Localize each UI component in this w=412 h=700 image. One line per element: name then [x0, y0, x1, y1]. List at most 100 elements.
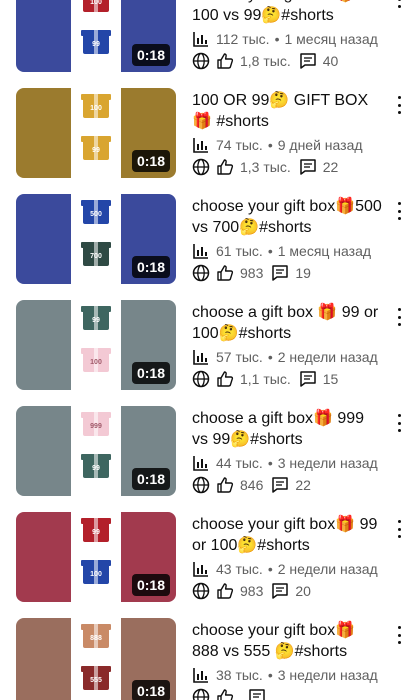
view-count: 61 тыс. — [216, 243, 263, 259]
video-item[interactable]: 100 99 0:18 choose your gift box🎁 100 vs 99… — [0, 0, 412, 88]
video-thumbnail[interactable]: 99 100 0:18 — [16, 300, 176, 390]
separator-dot: • — [267, 667, 273, 683]
gift-box-icon: 555 — [81, 666, 111, 690]
globe-icon — [192, 52, 210, 70]
gift-box-icon: 100 — [81, 94, 111, 118]
video-title[interactable]: choose a gift box🎁 999 vs 99🤔#shorts — [192, 408, 382, 450]
video-title[interactable]: choose your gift box🎁 99 or 100🤔#shorts — [192, 514, 382, 556]
comment-icon — [299, 370, 317, 388]
comment-count: 40 — [322, 53, 339, 69]
more-vert-icon[interactable] — [392, 0, 406, 10]
video-title[interactable]: choose a gift box 🎁 99 or 100🤔#shorts — [192, 302, 382, 344]
video-stats-row: 57 тыс. • 2 недели назад — [192, 347, 378, 367]
gift-box-label: 888 — [90, 635, 102, 642]
view-count: 74 тыс. — [216, 137, 263, 153]
video-engagement-row: 846 22 — [192, 475, 311, 495]
upload-age: 3 недели назад — [277, 455, 378, 471]
thumbnail-center: 100 99 — [71, 0, 121, 72]
video-engagement-row: 983 20 — [192, 581, 311, 601]
video-title[interactable]: choose your gift box🎁 888 vs 555 🤔#short… — [192, 620, 382, 662]
thumbs-up-icon — [216, 582, 234, 600]
more-vert-icon[interactable] — [392, 624, 406, 646]
globe-icon — [192, 264, 210, 282]
video-title[interactable]: choose your gift box🎁 100 vs 99🤔#shorts — [192, 0, 382, 26]
thumbnail-center: 99 100 — [71, 512, 121, 602]
like-count: 983 — [240, 265, 264, 281]
video-stats-row: 44 тыс. • 3 недели назад — [192, 453, 378, 473]
thumbnail-background-left — [16, 194, 71, 284]
gift-box-label: 99 — [92, 41, 100, 48]
comment-count: 15 — [322, 371, 339, 387]
video-stats-row: 61 тыс. • 1 месяц назад — [192, 241, 371, 261]
gift-box-label: 99 — [92, 465, 100, 472]
video-thumbnail[interactable]: 100 99 0:18 — [16, 0, 176, 72]
video-item[interactable]: 999 99 0:18 choose a gift box🎁 999 vs 99🤔#s… — [0, 406, 412, 512]
thumbnail-background-left — [16, 618, 71, 700]
thumbnail-center: 500 700 — [71, 194, 121, 284]
bar-chart-icon — [192, 348, 210, 366]
separator-dot: • — [274, 31, 280, 47]
thumbnail-center: 999 99 — [71, 406, 121, 496]
thumbnail-background-left — [16, 0, 71, 72]
video-item[interactable]: 99 100 0:18 choose a gift box 🎁 99 or 100🤔#… — [0, 300, 412, 406]
video-thumbnail[interactable]: 500 700 0:18 — [16, 194, 176, 284]
more-vert-icon[interactable] — [392, 200, 406, 222]
gift-box-icon: 99 — [81, 136, 111, 160]
separator-dot: • — [267, 455, 273, 471]
thumbnail-background-left — [16, 88, 71, 178]
thumbs-up-icon — [216, 370, 234, 388]
video-thumbnail[interactable]: 99 100 0:18 — [16, 512, 176, 602]
separator-dot: • — [267, 349, 273, 365]
gift-box-icon: 99 — [81, 454, 111, 478]
comment-count: 22 — [295, 477, 311, 493]
thumbnail-center: 100 99 — [71, 88, 121, 178]
gift-box-icon: 700 — [81, 242, 111, 266]
upload-age: 1 месяц назад — [284, 31, 378, 47]
thumbnail-background-left — [16, 512, 71, 602]
video-item[interactable]: 888 555 0:18 choose your gift box🎁 888 vs 5… — [0, 618, 412, 700]
comment-icon — [299, 52, 317, 70]
duration-badge: 0:18 — [131, 574, 170, 596]
upload-age: 9 дней назад — [277, 137, 363, 153]
more-vert-icon[interactable] — [392, 412, 406, 434]
comment-icon — [271, 476, 289, 494]
thumbs-up-icon — [216, 52, 234, 70]
thumbs-up-icon — [216, 158, 234, 176]
video-title[interactable]: 100 OR 99🤔 GIFT BOX🎁 #shorts — [192, 90, 382, 132]
video-item[interactable]: 500 700 0:18 choose your gift box🎁500 vs 70… — [0, 194, 412, 300]
duration-badge: 0:18 — [131, 468, 170, 490]
more-vert-icon[interactable] — [392, 94, 406, 116]
upload-age: 3 недели назад — [277, 667, 378, 683]
like-count: 1,1 тыс. — [240, 371, 291, 387]
comment-icon — [299, 158, 317, 176]
upload-age: 2 недели назад — [277, 561, 378, 577]
gift-box-label: 100 — [90, 105, 102, 112]
video-engagement-row: 983 19 — [192, 263, 311, 283]
separator-dot: • — [267, 243, 273, 259]
bar-chart-icon — [192, 30, 210, 48]
more-vert-icon[interactable] — [392, 306, 406, 328]
video-thumbnail[interactable]: 999 99 0:18 — [16, 406, 176, 496]
globe-icon — [192, 688, 210, 700]
video-engagement-row: 1,3 тыс. 22 — [192, 157, 338, 177]
view-count: 57 тыс. — [216, 349, 263, 365]
video-item[interactable]: 99 100 0:18 choose your gift box🎁 99 or 100… — [0, 512, 412, 618]
like-count: 1,3 тыс. — [240, 159, 291, 175]
thumbnail-background-left — [16, 300, 71, 390]
globe-icon — [192, 370, 210, 388]
comment-count: 22 — [322, 159, 339, 175]
gift-box-label: 999 — [90, 423, 102, 430]
gift-box-label: 99 — [92, 317, 100, 324]
video-thumbnail[interactable]: 100 99 0:18 — [16, 88, 176, 178]
gift-box-icon: 99 — [81, 306, 111, 330]
upload-age: 1 месяц назад — [277, 243, 372, 259]
more-vert-icon[interactable] — [392, 518, 406, 540]
bar-chart-icon — [192, 454, 210, 472]
video-title[interactable]: choose your gift box🎁500 vs 700🤔#shorts — [192, 196, 382, 238]
gift-box-label: 100 — [90, 359, 102, 366]
video-thumbnail[interactable]: 888 555 0:18 — [16, 618, 176, 700]
thumbs-up-icon — [216, 688, 234, 700]
video-item[interactable]: 100 99 0:18 100 OR 99🤔 GIFT BOX🎁 #shorts 74 … — [0, 88, 412, 194]
gift-box-label: 99 — [92, 529, 100, 536]
video-stats-row: 38 тыс. • 3 недели назад — [192, 665, 378, 685]
